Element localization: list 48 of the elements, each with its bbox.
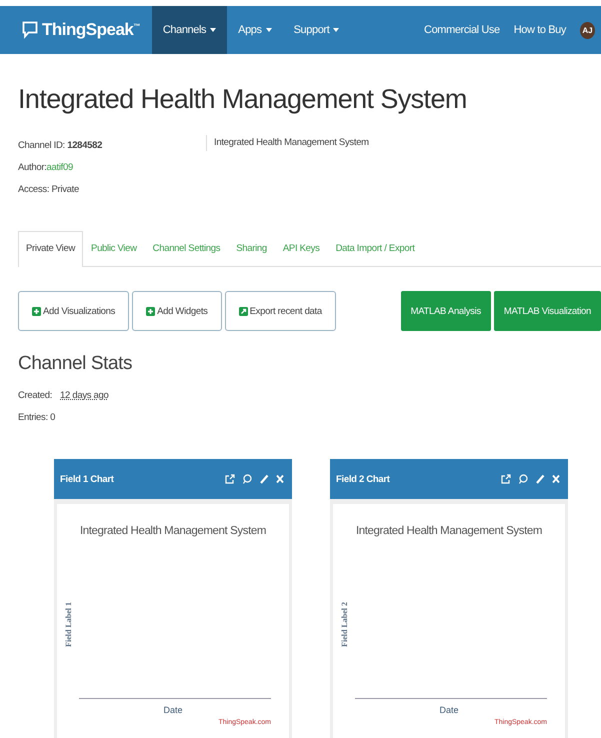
nav-link[interactable]: Commercial Use <box>424 24 500 36</box>
tab[interactable]: Channel Settings <box>144 231 228 266</box>
tab[interactable]: Public View <box>83 231 145 266</box>
plot-title: Integrated Health Management System <box>78 525 268 537</box>
tab[interactable]: Data Import / Export <box>328 231 423 266</box>
comment-icon[interactable] <box>242 474 252 484</box>
channel-description: Integrated Health Management System <box>206 135 369 151</box>
comment-icon[interactable] <box>518 474 528 484</box>
tab[interactable]: Private View <box>18 231 84 267</box>
chart-header-title: Field 2 Chart <box>336 474 390 484</box>
author-link[interactable]: aatif09 <box>46 162 73 173</box>
author-label: Author: <box>18 162 47 173</box>
channel-title: Integrated Health Management System <box>18 84 468 115</box>
created-label: Created: <box>18 390 52 401</box>
y-axis-label: Field Label 2 <box>340 602 348 646</box>
nav-link[interactable]: How to Buy <box>514 24 566 36</box>
action-button[interactable]: Add Visualizations <box>18 291 130 331</box>
nav-menu-item[interactable]: Support <box>282 6 350 54</box>
close-icon[interactable] <box>276 474 284 484</box>
external-link-icon[interactable] <box>225 474 235 484</box>
stats-heading: Channel Stats <box>18 353 134 375</box>
plus-icon <box>32 306 41 316</box>
matlab-button[interactable]: MATLAB Visualization <box>494 291 601 331</box>
pencil-icon[interactable] <box>259 474 269 484</box>
chart-header-title: Field 1 Chart <box>60 474 114 484</box>
entries-count: Entries: 0 <box>18 411 56 425</box>
export-icon <box>238 306 248 316</box>
brand-logo[interactable]: ThingSpeak$^{™}$ <box>42 20 140 40</box>
action-button[interactable]: Export recent data <box>224 291 336 331</box>
created-time: 12 days ago <box>60 390 109 401</box>
nav-menu-item[interactable]: Apps <box>227 6 283 54</box>
matlab-button[interactable]: MATLAB Analysis <box>400 291 491 331</box>
action-button[interactable]: Add Widgets <box>132 291 222 331</box>
pencil-icon[interactable] <box>535 474 545 484</box>
tab[interactable]: Sharing <box>228 231 275 266</box>
speech-bubble-icon <box>22 21 38 39</box>
x-axis-label: Date <box>162 705 184 715</box>
close-icon[interactable] <box>552 474 560 484</box>
access-text: Access: Private <box>18 183 80 197</box>
user-avatar[interactable]: AJ <box>580 22 595 38</box>
x-axis-label: Date <box>438 705 460 715</box>
plot-title: Integrated Health Management System <box>354 525 544 537</box>
channel-id: Channel ID: 1284582 <box>18 139 104 153</box>
tab[interactable]: API Keys <box>274 231 328 266</box>
nav-menu-item[interactable]: Channels <box>152 6 228 54</box>
plus-icon <box>146 306 156 316</box>
y-axis-label: Field Label 1 <box>64 602 72 646</box>
external-link-icon[interactable] <box>501 474 511 484</box>
